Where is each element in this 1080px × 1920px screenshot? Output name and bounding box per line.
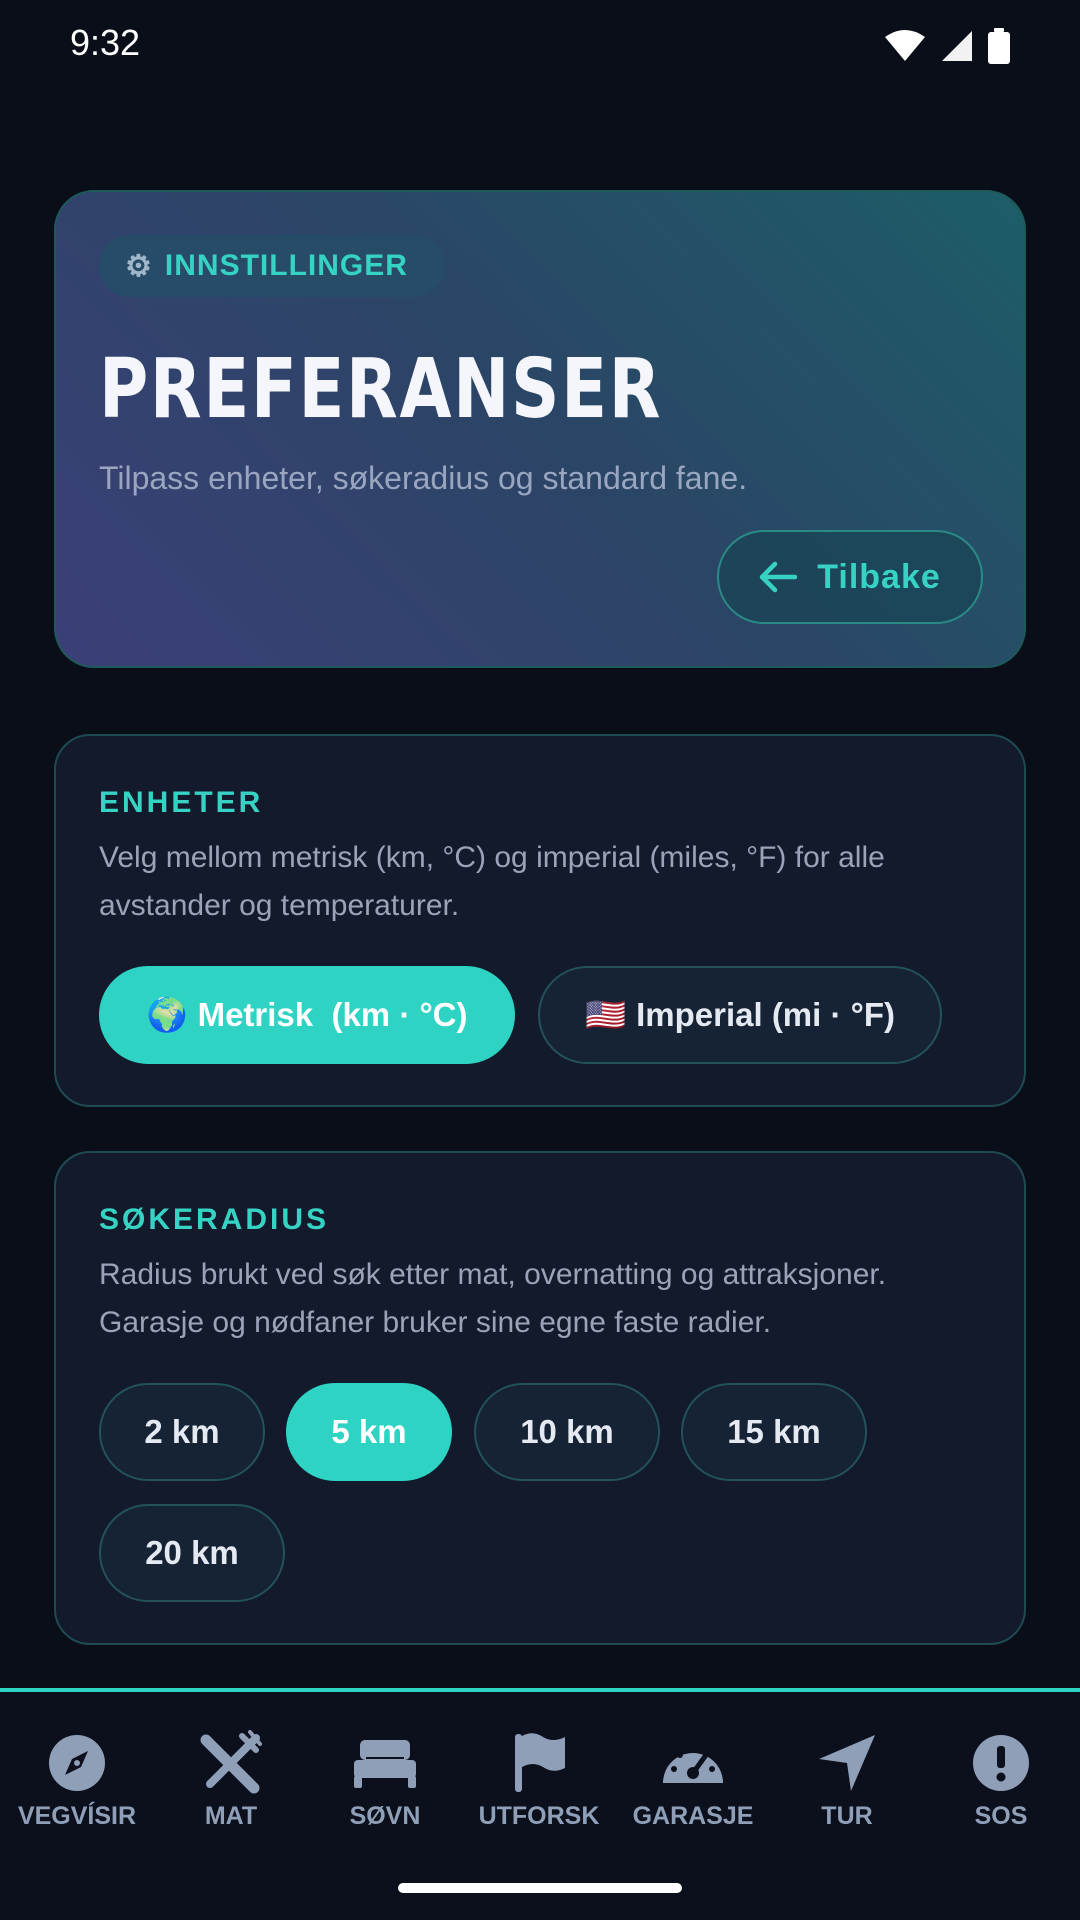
nav-label: SOS [974,1802,1028,1830]
nav-item-vegvisir[interactable]: VEGVÍSIR [0,1730,154,1831]
status-icons [884,28,1010,64]
alert-icon [973,1735,1029,1791]
us-flag-icon: 🇺🇸 [585,995,627,1033]
radius-option-2km[interactable]: 2 km [99,1383,265,1481]
units-description: Velg mellom metrisk (km, °C) og imperial… [99,841,885,922]
speedometer-icon [663,1746,723,1783]
nav-label: VEGVÍSIR [17,1802,137,1830]
page-title: PREFERANSER [99,342,663,437]
gear-icon: ⚙ [125,249,153,283]
header-card: ⚙ INNSTILLINGER PREFERANSER Tilpass enhe… [54,190,1026,668]
nav-label: UTFORSK [478,1802,600,1830]
unit-option-label: Metrisk (km · °C) [197,996,468,1033]
wifi-icon [885,30,925,61]
flag-icon [515,1733,565,1792]
status-time: 9:32 [70,22,141,63]
search-radius-card: SØKERADIUS Radius brukt ved søk etter ma… [54,1151,1026,1645]
radius-description: Radius brukt ved søk etter mat, overnatt… [99,1258,887,1339]
section-tag: ⚙ INNSTILLINGER [99,235,445,297]
unit-option-metric[interactable]: 🌍 Metrisk (km · °C) [99,966,515,1064]
nav-label: TUR [821,1802,873,1830]
unit-option-label: Imperial (mi · °F) [636,996,895,1033]
compass-icon [49,1735,105,1791]
radius-option-5km[interactable]: 5 km [286,1383,452,1481]
cellular-signal-icon [942,31,972,61]
units-label: ENHETER [99,786,264,819]
utensils-icon [200,1730,262,1794]
section-tag-label: INNSTILLINGER [164,249,408,282]
nav-label: SØVN [349,1802,421,1830]
navigation-arrow-icon [819,1735,875,1791]
radius-label: SØKERADIUS [99,1203,330,1236]
nav-label: GARASJE [632,1802,754,1830]
arrow-left-icon [759,561,798,593]
radius-option-10km[interactable]: 10 km [474,1383,660,1481]
home-indicator[interactable] [398,1883,682,1893]
nav-item-garasje[interactable]: GARASJE [616,1730,770,1831]
status-bar: 9:32 [0,0,1080,90]
nav-item-sovn[interactable]: SØVN [308,1730,462,1831]
units-card: ENHETER Velg mellom metrisk (km, °C) og … [54,734,1026,1107]
unit-option-imperial[interactable]: 🇺🇸 Imperial (mi · °F) [538,966,942,1064]
globe-icon: 🌍 [146,995,188,1033]
battery-icon [988,28,1010,64]
nav-item-utforsk[interactable]: UTFORSK [462,1730,616,1831]
nav-item-mat[interactable]: MAT [154,1730,308,1831]
back-button-label: Tilbake [817,557,941,596]
page-subtitle: Tilpass enheter, søkeradius og standard … [99,460,748,496]
back-button[interactable]: Tilbake [717,530,983,624]
nav-item-sos[interactable]: SOS [924,1730,1078,1831]
radius-option-20km[interactable]: 20 km [99,1504,285,1602]
nav-label: MAT [204,1802,258,1830]
nav-item-tur[interactable]: TUR [770,1730,924,1831]
bed-icon [354,1740,416,1788]
radius-option-15km[interactable]: 15 km [681,1383,867,1481]
